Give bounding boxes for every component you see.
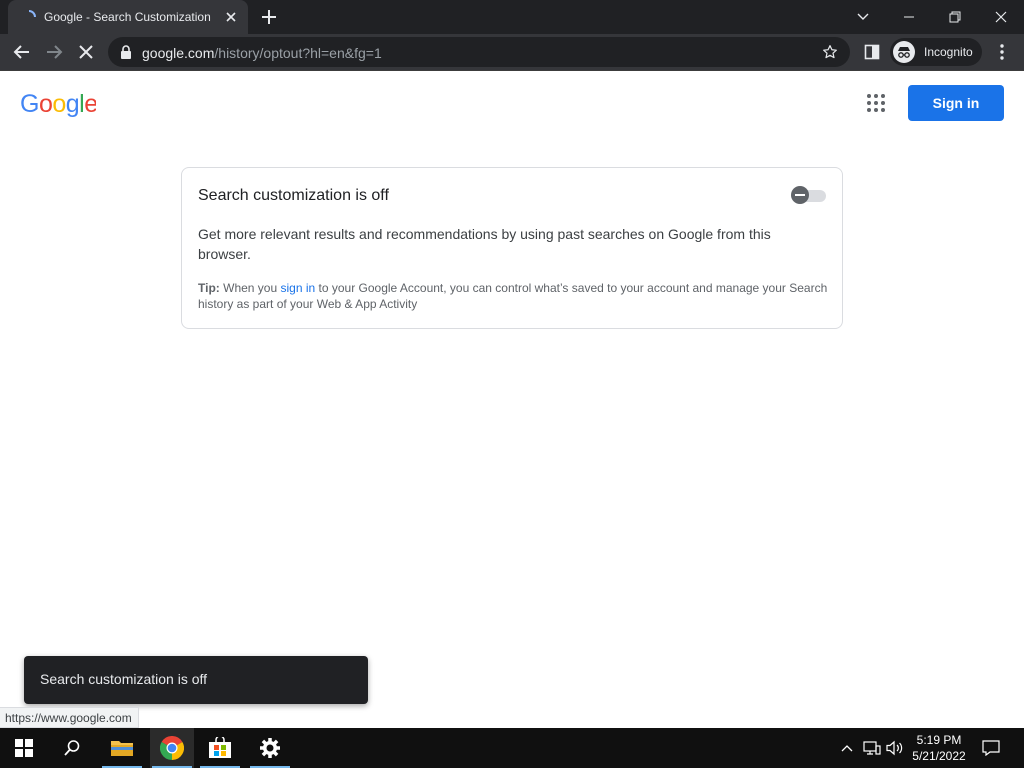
lock-icon[interactable] (120, 45, 132, 59)
tab-search-icon[interactable] (840, 0, 886, 34)
new-tab-icon[interactable] (258, 6, 280, 28)
card-title: Search customization is off (198, 187, 389, 204)
forward-icon[interactable] (40, 38, 68, 66)
loading-spinner-icon (28, 10, 36, 18)
clock-date: 5/21/2022 (912, 749, 966, 763)
link-status-bubble: https://www.google.com (0, 707, 139, 728)
chrome-menu-icon[interactable] (988, 38, 1016, 66)
show-hidden-icons-chevron-icon[interactable] (836, 728, 858, 768)
sign-in-button[interactable]: Sign in (908, 85, 1004, 121)
stop-loading-icon[interactable] (72, 38, 100, 66)
url-path: /history/optout?hl=en&fg=1 (214, 45, 382, 61)
tab-title: Google - Search Customization (44, 10, 211, 24)
incognito-icon (893, 41, 915, 63)
minimize-icon[interactable] (886, 0, 932, 34)
tip-label: Tip: (198, 281, 220, 295)
search-customization-toggle[interactable] (790, 185, 828, 205)
windows-logo-icon (15, 739, 33, 757)
incognito-profile-button[interactable]: Incognito (890, 38, 982, 66)
card-tip: Tip: When you sign in to your Google Acc… (198, 280, 828, 312)
tab-strip: Google - Search Customization (0, 0, 1024, 34)
address-bar[interactable]: google.com/history/optout?hl=en&fg=1 (108, 37, 850, 67)
side-panel-icon[interactable] (858, 38, 886, 66)
windows-taskbar: 5:19 PM 5/21/2022 (0, 728, 1024, 768)
taskbar-clock[interactable]: 5:19 PM 5/21/2022 (904, 732, 974, 764)
search-icon[interactable] (50, 728, 94, 768)
volume-icon[interactable] (884, 728, 906, 768)
network-icon[interactable] (860, 728, 884, 768)
google-logo[interactable]: Google (20, 90, 96, 118)
file-explorer-icon[interactable] (100, 728, 144, 768)
url-text: google.com/history/optout?hl=en&fg=1 (142, 45, 382, 61)
tip-text-before: When you (219, 281, 281, 295)
snackbar: Search customization is off (24, 656, 368, 704)
back-icon[interactable] (8, 38, 36, 66)
browser-toolbar: google.com/history/optout?hl=en&fg=1 Inc… (0, 34, 1024, 71)
start-button[interactable] (2, 728, 46, 768)
chrome-taskbar-icon[interactable] (150, 728, 194, 768)
close-window-icon[interactable] (978, 0, 1024, 34)
card-description: Get more relevant results and recommenda… (198, 226, 771, 262)
restore-icon[interactable] (932, 0, 978, 34)
browser-tab[interactable]: Google - Search Customization (8, 0, 248, 34)
bookmark-star-icon[interactable] (822, 44, 838, 60)
close-tab-icon[interactable] (222, 8, 240, 26)
snackbar-text: Search customization is off (40, 671, 208, 687)
search-customization-card: Search customization is off Get more rel… (181, 167, 843, 329)
incognito-label: Incognito (924, 45, 973, 59)
notification-center-icon[interactable] (978, 728, 1004, 768)
url-host: google.com (142, 45, 215, 61)
svg-text:Google: Google (20, 90, 96, 118)
settings-gear-icon[interactable] (248, 728, 292, 768)
clock-time: 5:19 PM (916, 733, 962, 747)
google-apps-icon[interactable] (864, 91, 888, 115)
sign-in-link[interactable]: sign in (280, 281, 315, 295)
microsoft-store-icon[interactable] (198, 728, 242, 768)
